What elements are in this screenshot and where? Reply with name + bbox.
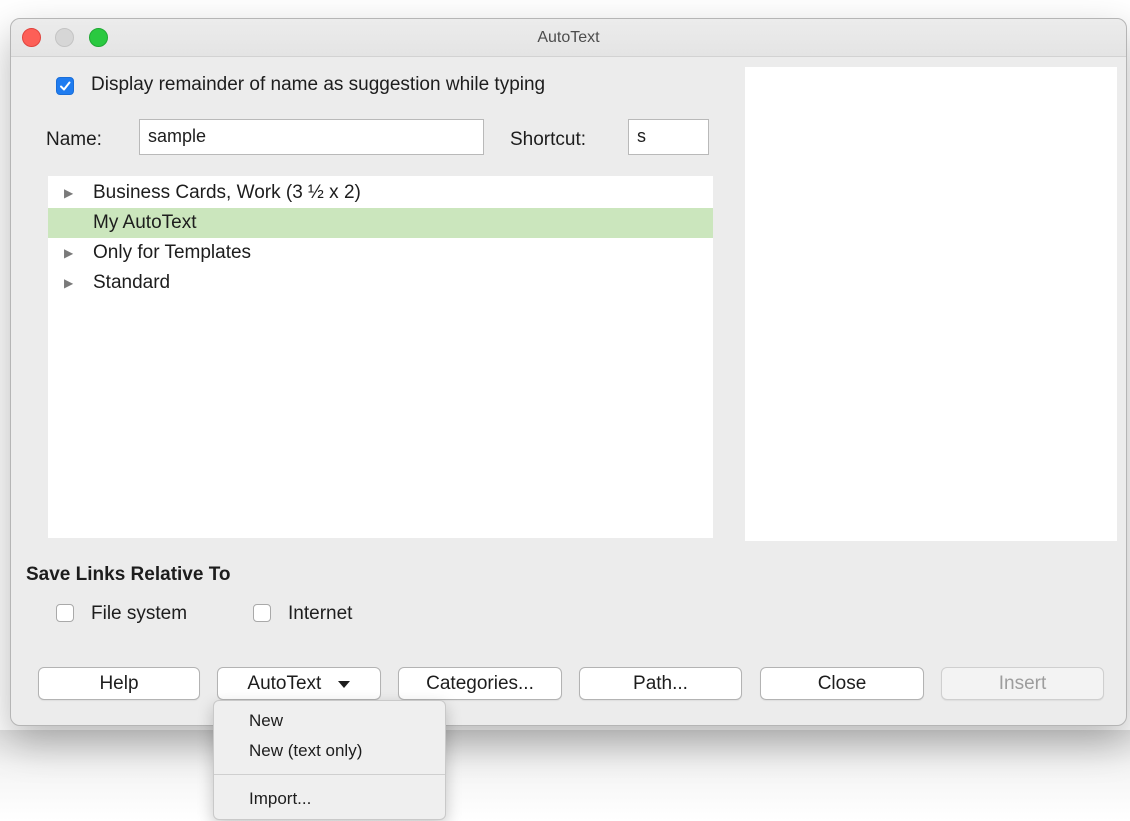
expand-arrow-icon[interactable]: ▶ <box>64 178 73 208</box>
path-button[interactable]: Path... <box>579 667 742 700</box>
autotext-menu-button[interactable]: AutoText <box>217 667 381 700</box>
shortcut-label: Shortcut: <box>510 129 587 150</box>
autotext-dropdown-menu: New New (text only) Import... <box>213 700 446 820</box>
tree-item-label: Only for Templates <box>93 242 252 263</box>
autotext-button-label: AutoText <box>247 673 322 694</box>
checkmark-icon <box>60 81 71 91</box>
expand-arrow-icon[interactable]: ▶ <box>64 268 73 298</box>
tree-item-label: My AutoText <box>93 212 197 233</box>
tree-item-only-for-templates[interactable]: ▶ Only for Templates <box>48 238 713 268</box>
preview-pane <box>745 67 1117 541</box>
categories-button[interactable]: Categories... <box>398 667 562 700</box>
autotext-dialog: AutoText Display remainder of name as su… <box>10 18 1127 726</box>
insert-button: Insert <box>941 667 1104 700</box>
expand-arrow-icon[interactable]: ▶ <box>64 238 73 268</box>
name-label: Name: <box>46 129 102 150</box>
menu-separator <box>214 774 445 775</box>
caret-down-icon <box>337 681 350 688</box>
name-field[interactable]: sample <box>139 119 484 155</box>
suggestion-checkbox[interactable] <box>56 77 74 95</box>
suggestion-label: Display remainder of name as suggestion … <box>91 74 546 95</box>
help-button[interactable]: Help <box>38 667 200 700</box>
file-system-checkbox[interactable] <box>56 604 74 622</box>
desktop-background <box>0 730 1130 821</box>
save-links-heading: Save Links Relative To <box>26 564 231 585</box>
tree-item-business-cards[interactable]: ▶ Business Cards, Work (3 ½ x 2) <box>48 178 713 208</box>
menu-item-new-text-only[interactable]: New (text only) <box>249 741 362 761</box>
title-bar: AutoText <box>11 19 1126 57</box>
internet-checkbox[interactable] <box>253 604 271 622</box>
tree-item-label: Standard <box>93 272 171 293</box>
menu-item-new[interactable]: New <box>249 711 283 731</box>
tree-item-label: Business Cards, Work (3 ½ x 2) <box>93 182 361 203</box>
shortcut-field[interactable]: s <box>628 119 709 155</box>
window-title: AutoText <box>537 29 600 46</box>
tree-item-my-autotext[interactable]: My AutoText <box>48 208 713 238</box>
close-button[interactable]: Close <box>760 667 924 700</box>
file-system-label: File system <box>91 603 188 624</box>
internet-label: Internet <box>288 603 353 624</box>
tree-item-standard[interactable]: ▶ Standard <box>48 268 713 298</box>
category-tree[interactable]: ▶ Business Cards, Work (3 ½ x 2) My Auto… <box>48 176 713 538</box>
menu-item-import[interactable]: Import... <box>249 789 311 809</box>
